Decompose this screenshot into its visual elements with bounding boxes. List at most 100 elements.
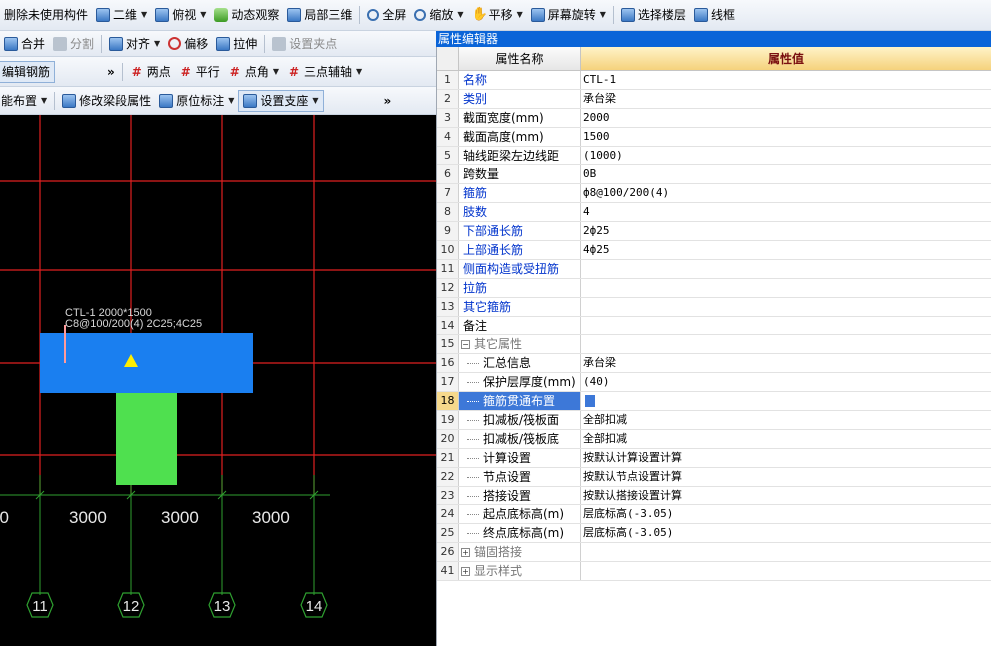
three-point-axis-button[interactable]: # 三点辅轴 ▼ [283, 61, 366, 83]
merge-button[interactable]: 合并 [0, 33, 49, 55]
delete-unused-button[interactable]: 删除未使用构件 [0, 4, 92, 26]
wireframe-button[interactable]: 线框 [690, 4, 739, 26]
property-name: 节点设置 [459, 467, 581, 486]
orbit-button[interactable]: 动态观察 [210, 4, 283, 26]
property-row-selected[interactable]: 18 箍筋贯通布置 [437, 392, 991, 412]
overflow-chevron-icon[interactable]: » [380, 90, 396, 112]
offset-label: 偏移 [184, 36, 209, 51]
property-row[interactable]: 10 上部通长筋 4ф25 [437, 241, 991, 260]
local-3d-icon [287, 8, 302, 22]
select-floor-button[interactable]: 选择楼层 [617, 4, 690, 26]
expand-icon[interactable]: + [461, 548, 470, 558]
property-value-editor[interactable] [581, 392, 991, 410]
zoom-extents-icon [367, 9, 380, 21]
property-row[interactable]: 25 终点底标高(m) 层底标高(-3.05) [437, 524, 991, 544]
property-name: 箍筋 [459, 184, 581, 203]
zoom-button[interactable]: 缩放 ▼ [410, 4, 467, 26]
property-value[interactable] [581, 260, 991, 278]
property-group-row[interactable]: 26 + 锚固搭接 [437, 543, 991, 563]
property-row[interactable]: 2 类别 承台梁 [437, 89, 991, 109]
property-value[interactable]: 4 [581, 203, 991, 221]
edit-rebar-button[interactable]: 编辑钢筋 [0, 60, 56, 83]
property-value[interactable] [581, 279, 991, 297]
property-value[interactable]: 4ф25 [581, 241, 991, 259]
property-row[interactable]: 20 扣减板/筏板底 全部扣减 [437, 429, 991, 449]
two-point-button[interactable]: # 两点 [126, 61, 175, 83]
property-value[interactable]: 承台梁 [581, 90, 991, 108]
pan-button[interactable]: ✋ 平移 ▼ [468, 4, 527, 26]
local-3d-button[interactable]: 局部三维 [283, 4, 356, 26]
property-row[interactable]: 23 搭接设置 按默认搭接设置计算 [437, 486, 991, 506]
property-value[interactable]: (40) [581, 373, 991, 391]
property-value[interactable] [581, 317, 991, 335]
property-value[interactable]: 按默认搭接设置计算 [581, 487, 991, 505]
split-button[interactable]: 分割 [49, 33, 98, 55]
tree-connector [467, 382, 479, 384]
property-value[interactable]: 0B [581, 165, 991, 183]
property-value[interactable]: 2ф25 [581, 222, 991, 240]
property-row[interactable]: 3 截面宽度(mm) 2000 [437, 108, 991, 128]
property-row[interactable]: 6 跨数量 0B [437, 165, 991, 185]
column-block[interactable] [116, 393, 177, 485]
property-value[interactable]: CTL-1 [581, 71, 991, 89]
property-value[interactable]: 按默认节点设置计算 [581, 468, 991, 486]
property-value[interactable]: (1000) [581, 147, 991, 165]
property-row[interactable]: 13 其它箍筋 [437, 297, 991, 317]
property-group-row[interactable]: 15− 其它属性 [437, 335, 991, 355]
property-value[interactable]: 全部扣减 [581, 411, 991, 429]
point-angle-button[interactable]: # 点角 ▼ [224, 61, 283, 83]
rotate-screen-button[interactable]: 屏幕旋转 ▼ [527, 4, 610, 26]
row-number: 11 [437, 259, 459, 278]
align-button[interactable]: 对齐 ▼ [105, 33, 164, 55]
property-row[interactable]: 9 下部通长筋 2ф25 [437, 222, 991, 242]
set-support-button[interactable]: 设置支座 ▼ [238, 89, 324, 112]
2d-button[interactable]: 二维 ▼ [92, 4, 151, 26]
property-row[interactable]: 19 扣减板/筏板面 全部扣减 [437, 411, 991, 430]
property-row[interactable]: 11 侧面构造或受扭筋 [437, 259, 991, 279]
property-row[interactable]: 24 起点底标高(m) 层底标高(-3.05) [437, 505, 991, 525]
offset-button[interactable]: 偏移 [164, 33, 212, 55]
property-row[interactable]: 21 计算设置 按默认计算设置计算 [437, 448, 991, 468]
set-grip-button[interactable]: 设置夹点 [268, 33, 341, 55]
parallel-button[interactable]: # 平行 [175, 61, 224, 83]
wireframe-icon [693, 8, 708, 22]
stretch-button[interactable]: 拉伸 [212, 33, 261, 55]
orbit-label: 动态观察 [231, 8, 280, 22]
smart-layout-button[interactable]: 能布置 ▼ [0, 90, 51, 112]
property-value[interactable]: 承台梁 [581, 354, 991, 372]
property-value[interactable] [581, 298, 991, 316]
collapse-icon[interactable]: − [461, 340, 470, 350]
expand-icon[interactable]: + [461, 567, 470, 577]
property-value[interactable]: ф8@100/200(4) [581, 184, 991, 202]
property-value[interactable]: 全部扣减 [581, 430, 991, 448]
property-row[interactable]: 14 备注 [437, 316, 991, 336]
overflow-chevron-icon[interactable]: » [103, 61, 119, 83]
top-view-label: 俯视 [172, 8, 197, 22]
fullscreen-button[interactable]: 全屏 [363, 4, 410, 26]
property-value[interactable]: 1500 [581, 128, 991, 146]
property-value[interactable]: 层底标高(-3.05) [581, 524, 991, 542]
top-view-button[interactable]: 俯视 ▼ [151, 4, 210, 26]
property-value[interactable]: 2000 [581, 109, 991, 127]
row-number: 20 [437, 429, 459, 448]
property-row[interactable]: 1 名称 CTL-1 [437, 71, 991, 90]
inplace-annotation-button[interactable]: 原位标注 ▼ [155, 90, 238, 112]
beam-ctl1[interactable] [40, 333, 253, 393]
property-name: 截面高度(mm) [459, 127, 581, 146]
property-row[interactable]: 7 箍筋 ф8@100/200(4) [437, 184, 991, 204]
property-row[interactable]: 22 节点设置 按默认节点设置计算 [437, 467, 991, 487]
property-row[interactable]: 17 保护层厚度(mm) (40) [437, 373, 991, 393]
property-row[interactable]: 5 轴线距梁左边线距 (1000) [437, 146, 991, 166]
drawing-canvas[interactable]: CTL-1 2000*1500 C8@100/200(4) 2C25;4C25 … [0, 115, 436, 646]
property-name: 终点底标高(m) [459, 524, 581, 543]
property-row[interactable]: 4 截面高度(mm) 1500 [437, 127, 991, 147]
property-value[interactable]: 层底标高(-3.05) [581, 505, 991, 523]
property-group-row[interactable]: 41 + 显示样式 [437, 562, 991, 582]
property-row[interactable]: 8 肢数 4 [437, 203, 991, 223]
property-value[interactable]: 按默认计算设置计算 [581, 449, 991, 467]
modify-span-button[interactable]: 修改梁段属性 [58, 90, 155, 112]
property-row[interactable]: 12 拉筋 [437, 278, 991, 298]
property-name: 截面宽度(mm) [459, 108, 581, 127]
header-property-name: 属性名称 [459, 47, 581, 70]
property-row[interactable]: 16 汇总信息 承台梁 [437, 354, 991, 374]
